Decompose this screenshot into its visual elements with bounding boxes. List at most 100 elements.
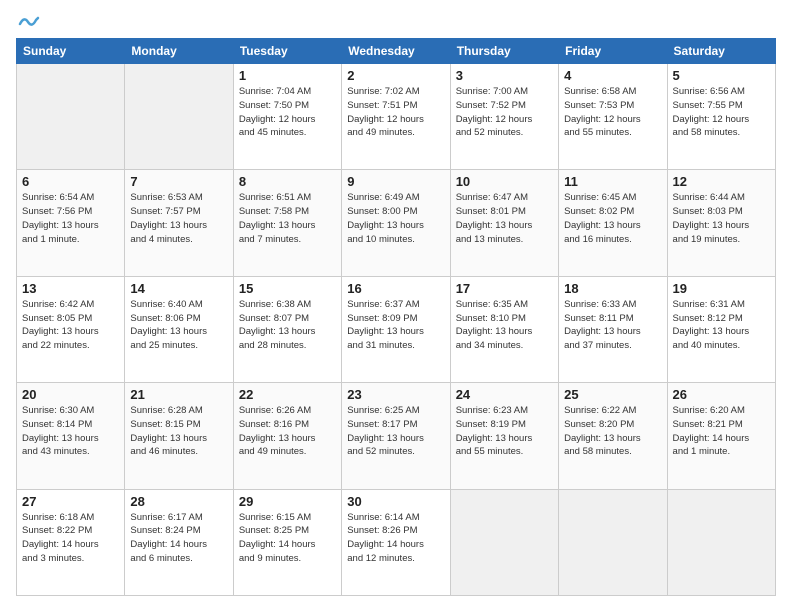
day-number: 18 <box>564 281 661 296</box>
calendar-header-saturday: Saturday <box>667 39 775 64</box>
header <box>16 16 776 30</box>
calendar-cell: 21Sunrise: 6:28 AM Sunset: 8:15 PM Dayli… <box>125 383 233 489</box>
calendar-cell <box>125 64 233 170</box>
day-number: 24 <box>456 387 553 402</box>
day-info: Sunrise: 6:45 AM Sunset: 8:02 PM Dayligh… <box>564 191 661 246</box>
calendar-cell: 6 Sunrise: 6:54 AM Sunset: 7:56 PM Daylig… <box>17 170 125 276</box>
day-number: 29 <box>239 494 336 509</box>
day-info: Sunrise: 7:00 AM Sunset: 7:52 PM Dayligh… <box>456 85 553 140</box>
calendar-cell: 30 Sunrise: 6:14 AM Sunset: 8:26 PM Dayli… <box>342 489 450 595</box>
day-info: Sunrise: 6:54 AM Sunset: 7:56 PM Dayligh… <box>22 191 119 246</box>
day-info: Sunrise: 6:56 AM Sunset: 7:55 PM Dayligh… <box>673 85 770 140</box>
calendar-cell <box>17 64 125 170</box>
day-info: Sunrise: 6:25 AM Sunset: 8:17 PM Dayligh… <box>347 404 444 459</box>
day-info: Sunrise: 6:58 AM Sunset: 7:53 PM Dayligh… <box>564 85 661 140</box>
day-number: 22 <box>239 387 336 402</box>
calendar-cell: 8 Sunrise: 6:51 AM Sunset: 7:58 PM Daylig… <box>233 170 341 276</box>
calendar-cell <box>450 489 558 595</box>
calendar-week-row: 20Sunrise: 6:30 AM Sunset: 8:14 PM Dayli… <box>17 383 776 489</box>
calendar-cell: 19 Sunrise: 6:31 AM Sunset: 8:12 PM Dayli… <box>667 276 775 382</box>
day-number: 30 <box>347 494 444 509</box>
day-info: Sunrise: 6:14 AM Sunset: 8:26 PM Dayligh… <box>347 511 444 566</box>
day-number: 15 <box>239 281 336 296</box>
day-info: Sunrise: 6:15 AM Sunset: 8:25 PM Dayligh… <box>239 511 336 566</box>
day-number: 13 <box>22 281 119 296</box>
calendar-cell: 23 Sunrise: 6:25 AM Sunset: 8:17 PM Dayli… <box>342 383 450 489</box>
calendar-cell: 28 Sunrise: 6:17 AM Sunset: 8:24 PM Dayli… <box>125 489 233 595</box>
calendar-header-wednesday: Wednesday <box>342 39 450 64</box>
day-number: 8 <box>239 174 336 189</box>
calendar-cell: 5 Sunrise: 6:56 AM Sunset: 7:55 PM Daylig… <box>667 64 775 170</box>
day-info: Sunrise: 6:51 AM Sunset: 7:58 PM Dayligh… <box>239 191 336 246</box>
day-info: Sunrise: 7:02 AM Sunset: 7:51 PM Dayligh… <box>347 85 444 140</box>
calendar-cell: 16Sunrise: 6:37 AM Sunset: 8:09 PM Dayli… <box>342 276 450 382</box>
calendar-header-monday: Monday <box>125 39 233 64</box>
calendar-week-row: 6 Sunrise: 6:54 AM Sunset: 7:56 PM Daylig… <box>17 170 776 276</box>
calendar-header-sunday: Sunday <box>17 39 125 64</box>
day-info: Sunrise: 6:40 AM Sunset: 8:06 PM Dayligh… <box>130 298 227 353</box>
calendar-cell: 2 Sunrise: 7:02 AM Sunset: 7:51 PM Daylig… <box>342 64 450 170</box>
day-number: 19 <box>673 281 770 296</box>
calendar-table: SundayMondayTuesdayWednesdayThursdayFrid… <box>16 38 776 596</box>
day-info: Sunrise: 6:28 AM Sunset: 8:15 PM Dayligh… <box>130 404 227 459</box>
calendar-cell: 18Sunrise: 6:33 AM Sunset: 8:11 PM Dayli… <box>559 276 667 382</box>
day-number: 16 <box>347 281 444 296</box>
calendar-cell: 10 Sunrise: 6:47 AM Sunset: 8:01 PM Dayli… <box>450 170 558 276</box>
day-info: Sunrise: 6:38 AM Sunset: 8:07 PM Dayligh… <box>239 298 336 353</box>
day-number: 10 <box>456 174 553 189</box>
day-number: 4 <box>564 68 661 83</box>
calendar-week-row: 27Sunrise: 6:18 AM Sunset: 8:22 PM Dayli… <box>17 489 776 595</box>
calendar-header-thursday: Thursday <box>450 39 558 64</box>
calendar-cell: 20Sunrise: 6:30 AM Sunset: 8:14 PM Dayli… <box>17 383 125 489</box>
calendar-header-tuesday: Tuesday <box>233 39 341 64</box>
day-number: 6 <box>22 174 119 189</box>
calendar-header-friday: Friday <box>559 39 667 64</box>
day-number: 1 <box>239 68 336 83</box>
calendar-cell: 24 Sunrise: 6:23 AM Sunset: 8:19 PM Dayli… <box>450 383 558 489</box>
calendar-cell: 4 Sunrise: 6:58 AM Sunset: 7:53 PM Daylig… <box>559 64 667 170</box>
calendar-cell: 29 Sunrise: 6:15 AM Sunset: 8:25 PM Dayli… <box>233 489 341 595</box>
day-number: 28 <box>130 494 227 509</box>
day-number: 12 <box>673 174 770 189</box>
calendar-week-row: 1 Sunrise: 7:04 AM Sunset: 7:50 PM Daylig… <box>17 64 776 170</box>
calendar-week-row: 13 Sunrise: 6:42 AM Sunset: 8:05 PM Dayli… <box>17 276 776 382</box>
day-number: 14 <box>130 281 227 296</box>
day-info: Sunrise: 6:20 AM Sunset: 8:21 PM Dayligh… <box>673 404 770 459</box>
logo-wave-icon <box>18 14 40 30</box>
calendar-cell: 15 Sunrise: 6:38 AM Sunset: 8:07 PM Dayli… <box>233 276 341 382</box>
day-number: 3 <box>456 68 553 83</box>
day-number: 23 <box>347 387 444 402</box>
calendar-cell: 12Sunrise: 6:44 AM Sunset: 8:03 PM Dayli… <box>667 170 775 276</box>
calendar-cell: 26 Sunrise: 6:20 AM Sunset: 8:21 PM Dayli… <box>667 383 775 489</box>
day-info: Sunrise: 6:23 AM Sunset: 8:19 PM Dayligh… <box>456 404 553 459</box>
day-info: Sunrise: 6:22 AM Sunset: 8:20 PM Dayligh… <box>564 404 661 459</box>
calendar-cell: 1 Sunrise: 7:04 AM Sunset: 7:50 PM Daylig… <box>233 64 341 170</box>
logo <box>16 16 40 30</box>
page: SundayMondayTuesdayWednesdayThursdayFrid… <box>0 0 792 612</box>
day-info: Sunrise: 6:47 AM Sunset: 8:01 PM Dayligh… <box>456 191 553 246</box>
day-number: 20 <box>22 387 119 402</box>
day-number: 26 <box>673 387 770 402</box>
day-number: 2 <box>347 68 444 83</box>
calendar-cell: 3 Sunrise: 7:00 AM Sunset: 7:52 PM Daylig… <box>450 64 558 170</box>
calendar-cell <box>667 489 775 595</box>
day-info: Sunrise: 6:42 AM Sunset: 8:05 PM Dayligh… <box>22 298 119 353</box>
day-info: Sunrise: 7:04 AM Sunset: 7:50 PM Dayligh… <box>239 85 336 140</box>
calendar-cell: 17 Sunrise: 6:35 AM Sunset: 8:10 PM Dayli… <box>450 276 558 382</box>
day-info: Sunrise: 6:26 AM Sunset: 8:16 PM Dayligh… <box>239 404 336 459</box>
day-info: Sunrise: 6:17 AM Sunset: 8:24 PM Dayligh… <box>130 511 227 566</box>
day-info: Sunrise: 6:35 AM Sunset: 8:10 PM Dayligh… <box>456 298 553 353</box>
day-number: 17 <box>456 281 553 296</box>
day-number: 5 <box>673 68 770 83</box>
day-number: 9 <box>347 174 444 189</box>
day-info: Sunrise: 6:49 AM Sunset: 8:00 PM Dayligh… <box>347 191 444 246</box>
day-number: 25 <box>564 387 661 402</box>
day-info: Sunrise: 6:53 AM Sunset: 7:57 PM Dayligh… <box>130 191 227 246</box>
day-number: 11 <box>564 174 661 189</box>
day-info: Sunrise: 6:31 AM Sunset: 8:12 PM Dayligh… <box>673 298 770 353</box>
calendar-cell: 9 Sunrise: 6:49 AM Sunset: 8:00 PM Daylig… <box>342 170 450 276</box>
calendar-cell: 27Sunrise: 6:18 AM Sunset: 8:22 PM Dayli… <box>17 489 125 595</box>
calendar-cell: 7Sunrise: 6:53 AM Sunset: 7:57 PM Daylig… <box>125 170 233 276</box>
calendar-cell <box>559 489 667 595</box>
calendar-cell: 14 Sunrise: 6:40 AM Sunset: 8:06 PM Dayli… <box>125 276 233 382</box>
